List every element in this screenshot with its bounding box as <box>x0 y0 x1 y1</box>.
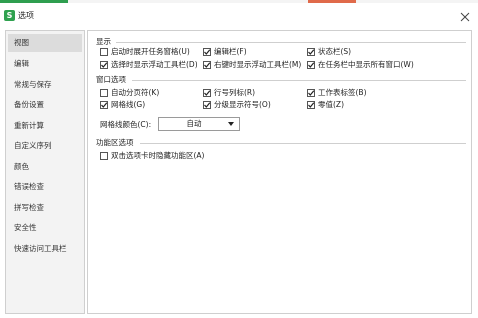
checkmark-icon <box>204 102 211 108</box>
checkmark-icon <box>308 49 315 55</box>
sidebar-item-recalculation[interactable]: 重新计算 <box>8 117 82 135</box>
checkbox-label: 选择时显示浮动工具栏(D) <box>111 60 198 69</box>
close-button[interactable] <box>458 10 472 24</box>
checkbox-label: 编辑栏(F) <box>214 47 247 56</box>
checkbox-label: 状态栏(S) <box>318 47 352 56</box>
checkmark-icon <box>308 90 315 96</box>
checkbox-label: 零值(Z) <box>318 100 344 109</box>
sidebar-item-general-save[interactable]: 常规与保存 <box>8 76 82 94</box>
checkbox-box[interactable] <box>203 61 211 69</box>
checkbox-label: 双击选项卡时隐藏功能区(A) <box>111 151 205 160</box>
checkbox-label: 自动分页符(K) <box>111 88 160 97</box>
checkmark-icon <box>101 62 108 68</box>
window-title: 选项 <box>18 11 34 20</box>
sidebar-item-quick-access-toolbar[interactable]: 快速访问工具栏 <box>8 240 82 258</box>
checkmark-icon <box>308 102 315 108</box>
section-divider <box>116 42 466 43</box>
window-options-section-title: 窗口选项 <box>96 75 126 84</box>
sidebar-item-error-checking[interactable]: 错误检查 <box>8 178 82 196</box>
checkbox-box[interactable] <box>100 101 108 109</box>
checkbox-box[interactable] <box>100 89 108 97</box>
checkbox-box[interactable] <box>203 48 211 56</box>
checkbox-label: 启动时展开任务窗格(U) <box>111 47 190 56</box>
gridline-color-dropdown[interactable]: 自动 <box>158 117 240 131</box>
options-category-list: 视图 编辑 常规与保存 备份设置 重新计算 自定义序列 颜色 错误检查 拼写检查… <box>5 30 85 314</box>
checkbox-box[interactable] <box>100 61 108 69</box>
section-divider <box>140 143 466 144</box>
checkbox-box[interactable] <box>203 89 211 97</box>
checkbox-box[interactable] <box>100 152 108 160</box>
checkbox-label: 右键时显示浮动工具栏(M) <box>214 60 302 69</box>
sidebar-item-view[interactable]: 视图 <box>8 34 82 52</box>
checkmark-icon <box>308 62 315 68</box>
section-divider <box>132 80 466 81</box>
options-panel: 显示 启动时展开任务窗格(U) 编辑栏(F) 状态栏(S) 选择时显示浮动工具栏… <box>87 30 472 314</box>
triangle-down-icon <box>228 122 234 126</box>
close-icon <box>460 12 470 22</box>
checkbox-label: 在任务栏中显示所有窗口(W) <box>318 60 414 69</box>
checkmark-icon <box>204 49 211 55</box>
checkbox-label: 分级显示符号(O) <box>214 100 271 109</box>
display-section-title: 显示 <box>96 37 111 46</box>
sidebar-item-custom-lists[interactable]: 自定义序列 <box>8 137 82 155</box>
checkbox-box[interactable] <box>307 89 315 97</box>
sidebar-item-color[interactable]: 颜色 <box>8 158 82 176</box>
checkmark-icon <box>101 102 108 108</box>
checkbox-label: 行号列标(R) <box>214 88 256 97</box>
checkbox-box[interactable] <box>100 48 108 56</box>
checkbox-box[interactable] <box>203 101 211 109</box>
checkmark-icon <box>204 62 211 68</box>
checkbox-box[interactable] <box>307 101 315 109</box>
checkbox-label: 网格线(G) <box>111 100 146 109</box>
title-bar: S 选项 <box>0 3 478 27</box>
checkbox-box[interactable] <box>307 48 315 56</box>
checkbox-box[interactable] <box>307 61 315 69</box>
gridline-color-value: 自动 <box>186 119 202 128</box>
sidebar-item-backup[interactable]: 备份设置 <box>8 96 82 114</box>
gridline-color-label: 网格线颜色(C): <box>100 120 152 129</box>
ribbon-section-title: 功能区选项 <box>96 138 134 147</box>
checkbox-label: 工作表标签(B) <box>318 88 367 97</box>
wps-spreadsheet-icon: S <box>4 10 15 21</box>
sidebar-item-spelling[interactable]: 拼写检查 <box>8 199 82 217</box>
sidebar-item-security[interactable]: 安全性 <box>8 219 82 237</box>
sidebar-item-edit[interactable]: 编辑 <box>8 55 82 73</box>
checkmark-icon <box>204 90 211 96</box>
